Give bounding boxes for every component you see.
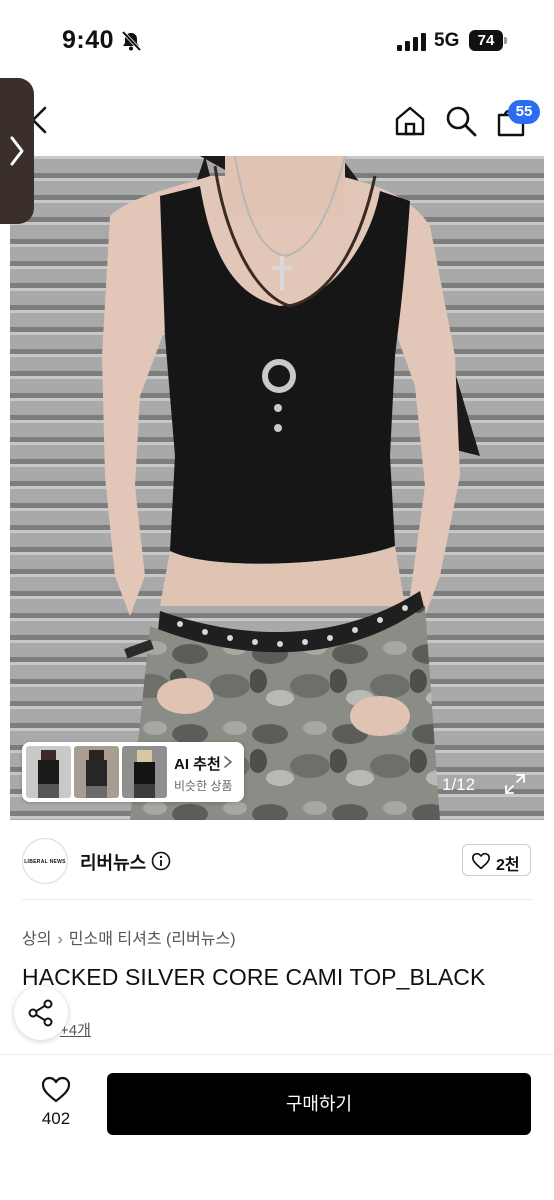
recommend-thumbnail[interactable]: [26, 746, 71, 798]
seller-like-button[interactable]: 2천: [462, 844, 531, 876]
recommend-thumbnail[interactable]: [74, 746, 119, 798]
divider: [22, 899, 532, 900]
home-icon[interactable]: [393, 104, 427, 138]
side-drawer-tab[interactable]: [0, 78, 34, 224]
battery-level: 74: [469, 30, 503, 51]
recommend-thumbnail[interactable]: [122, 746, 167, 798]
seller-name[interactable]: 리버뉴스: [80, 849, 146, 875]
search-icon[interactable]: [444, 104, 478, 138]
network-type: 5G: [434, 30, 460, 51]
top-nav: [0, 84, 554, 156]
signal-icon: [397, 33, 426, 51]
breadcrumb-item[interactable]: 민소매 티셔츠 (리버뉴스): [69, 931, 236, 948]
expand-icon[interactable]: [503, 772, 527, 796]
cart-count-badge: 55: [508, 100, 540, 124]
share-button[interactable]: [14, 986, 68, 1040]
product-image[interactable]: [10, 156, 544, 820]
breadcrumb: 상의 › 민소매 티셔츠 (리버뉴스): [22, 925, 236, 949]
wish-count: 402: [41, 1109, 71, 1128]
image-pager: 1/12: [442, 775, 476, 794]
breadcrumb-item[interactable]: 상의: [22, 931, 51, 948]
product-title: HACKED SILVER CORE CAMI TOP_BLACK: [22, 964, 486, 990]
info-icon[interactable]: [151, 851, 171, 871]
battery-icon: 74: [469, 30, 507, 51]
chevron-right-icon: ›: [57, 931, 63, 948]
status-bar: 9:40 5G 74: [0, 0, 554, 84]
ai-recommend-card[interactable]: AI 추천 비슷한 상품: [22, 742, 244, 802]
heart-icon: [472, 852, 490, 870]
product-photo: [10, 156, 544, 820]
buy-button[interactable]: 구매하기: [107, 1073, 531, 1135]
ai-recommend-title: AI 추천: [174, 756, 221, 773]
status-time: 9:40: [62, 26, 115, 54]
seller-like-count: 2천: [496, 857, 520, 874]
share-icon: [28, 999, 53, 1027]
heart-icon[interactable]: [41, 1076, 71, 1104]
chevron-right-icon: [224, 756, 232, 768]
chevron-right-icon: [10, 136, 24, 166]
ai-recommend-subtitle: 비슷한 상품: [174, 779, 233, 793]
seller-logo[interactable]: LIBERAL NEWS: [22, 838, 68, 884]
mute-icon: [121, 30, 142, 52]
